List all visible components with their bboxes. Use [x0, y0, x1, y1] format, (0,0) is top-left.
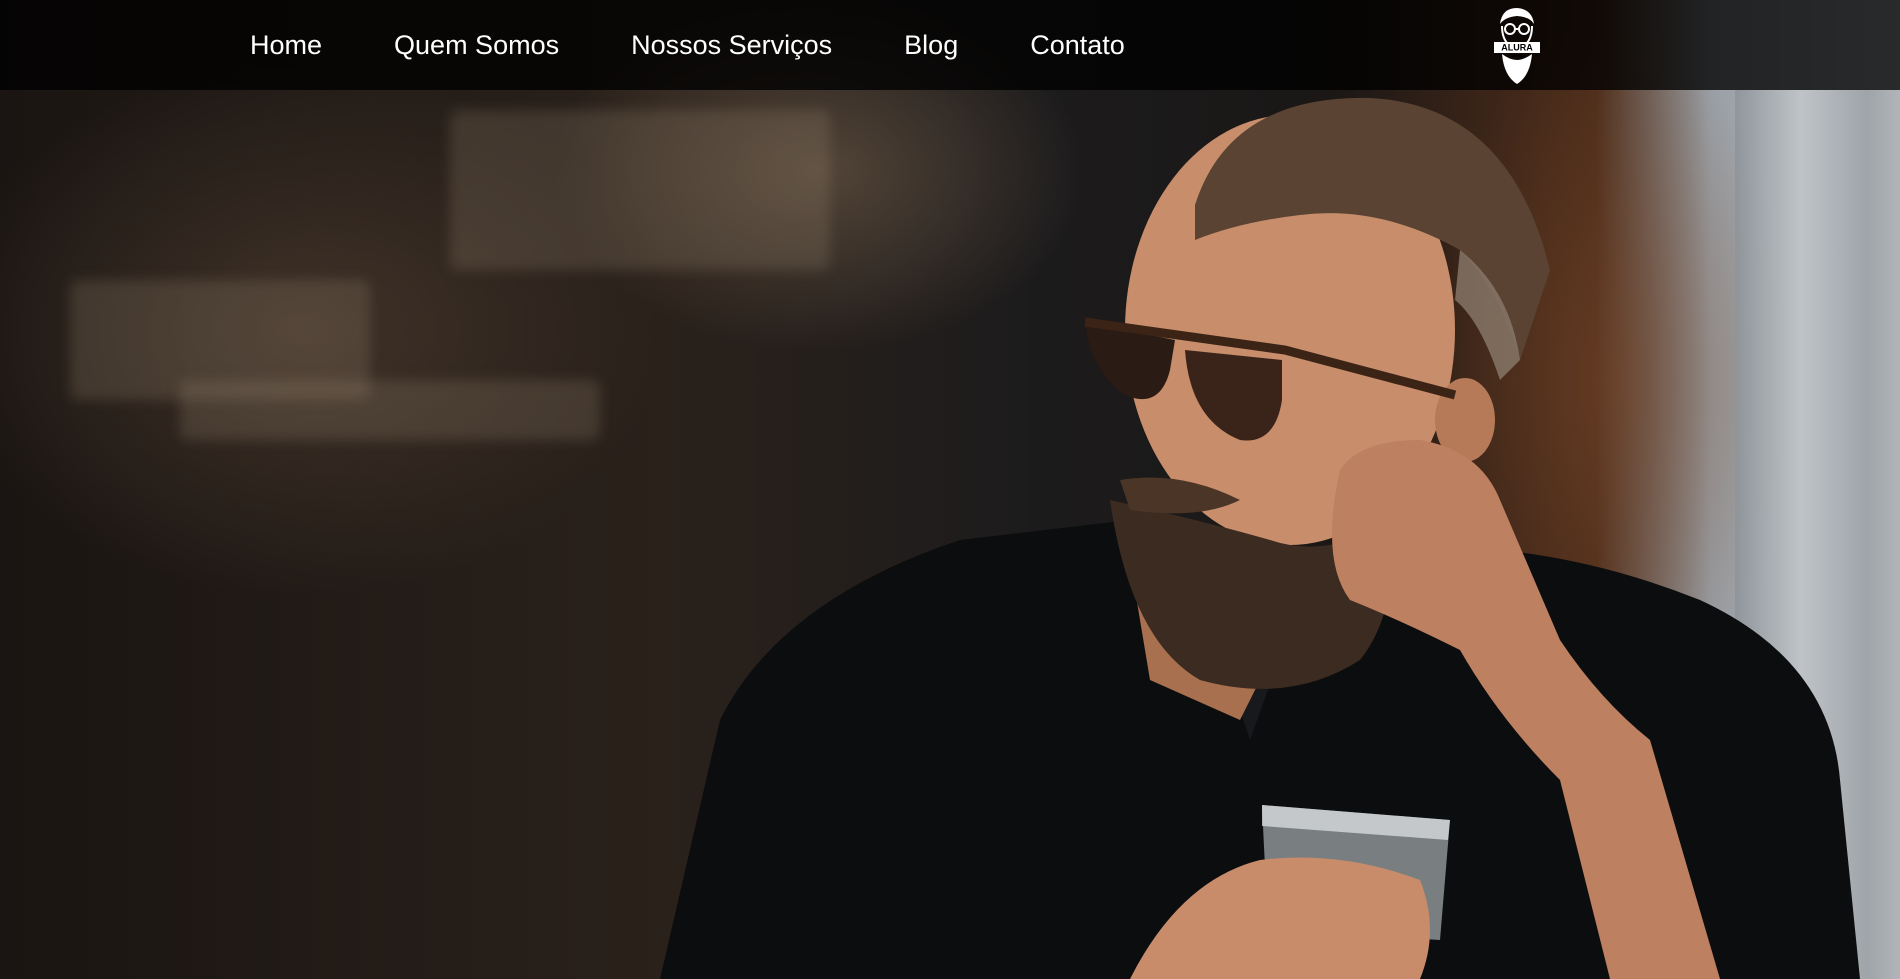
top-navbar: Home Quem Somos Nossos Serviços Blog Con… — [0, 0, 1900, 90]
nav-link-blog[interactable]: Blog — [904, 30, 958, 61]
hero-bearded-man-photo — [660, 97, 1860, 979]
nav-link-home[interactable]: Home — [250, 30, 322, 61]
hero-background — [0, 0, 1900, 979]
nav-link-quem-somos[interactable]: Quem Somos — [394, 30, 559, 61]
nav-link-nossos-servicos[interactable]: Nossos Serviços — [631, 30, 832, 61]
nav-link-contato[interactable]: Contato — [1030, 30, 1125, 61]
nav-menu: Home Quem Somos Nossos Serviços Blog Con… — [250, 0, 1197, 90]
bearded-man-logo-icon[interactable]: ALURA — [1490, 4, 1542, 86]
logo-text: ALURA — [1501, 43, 1533, 53]
